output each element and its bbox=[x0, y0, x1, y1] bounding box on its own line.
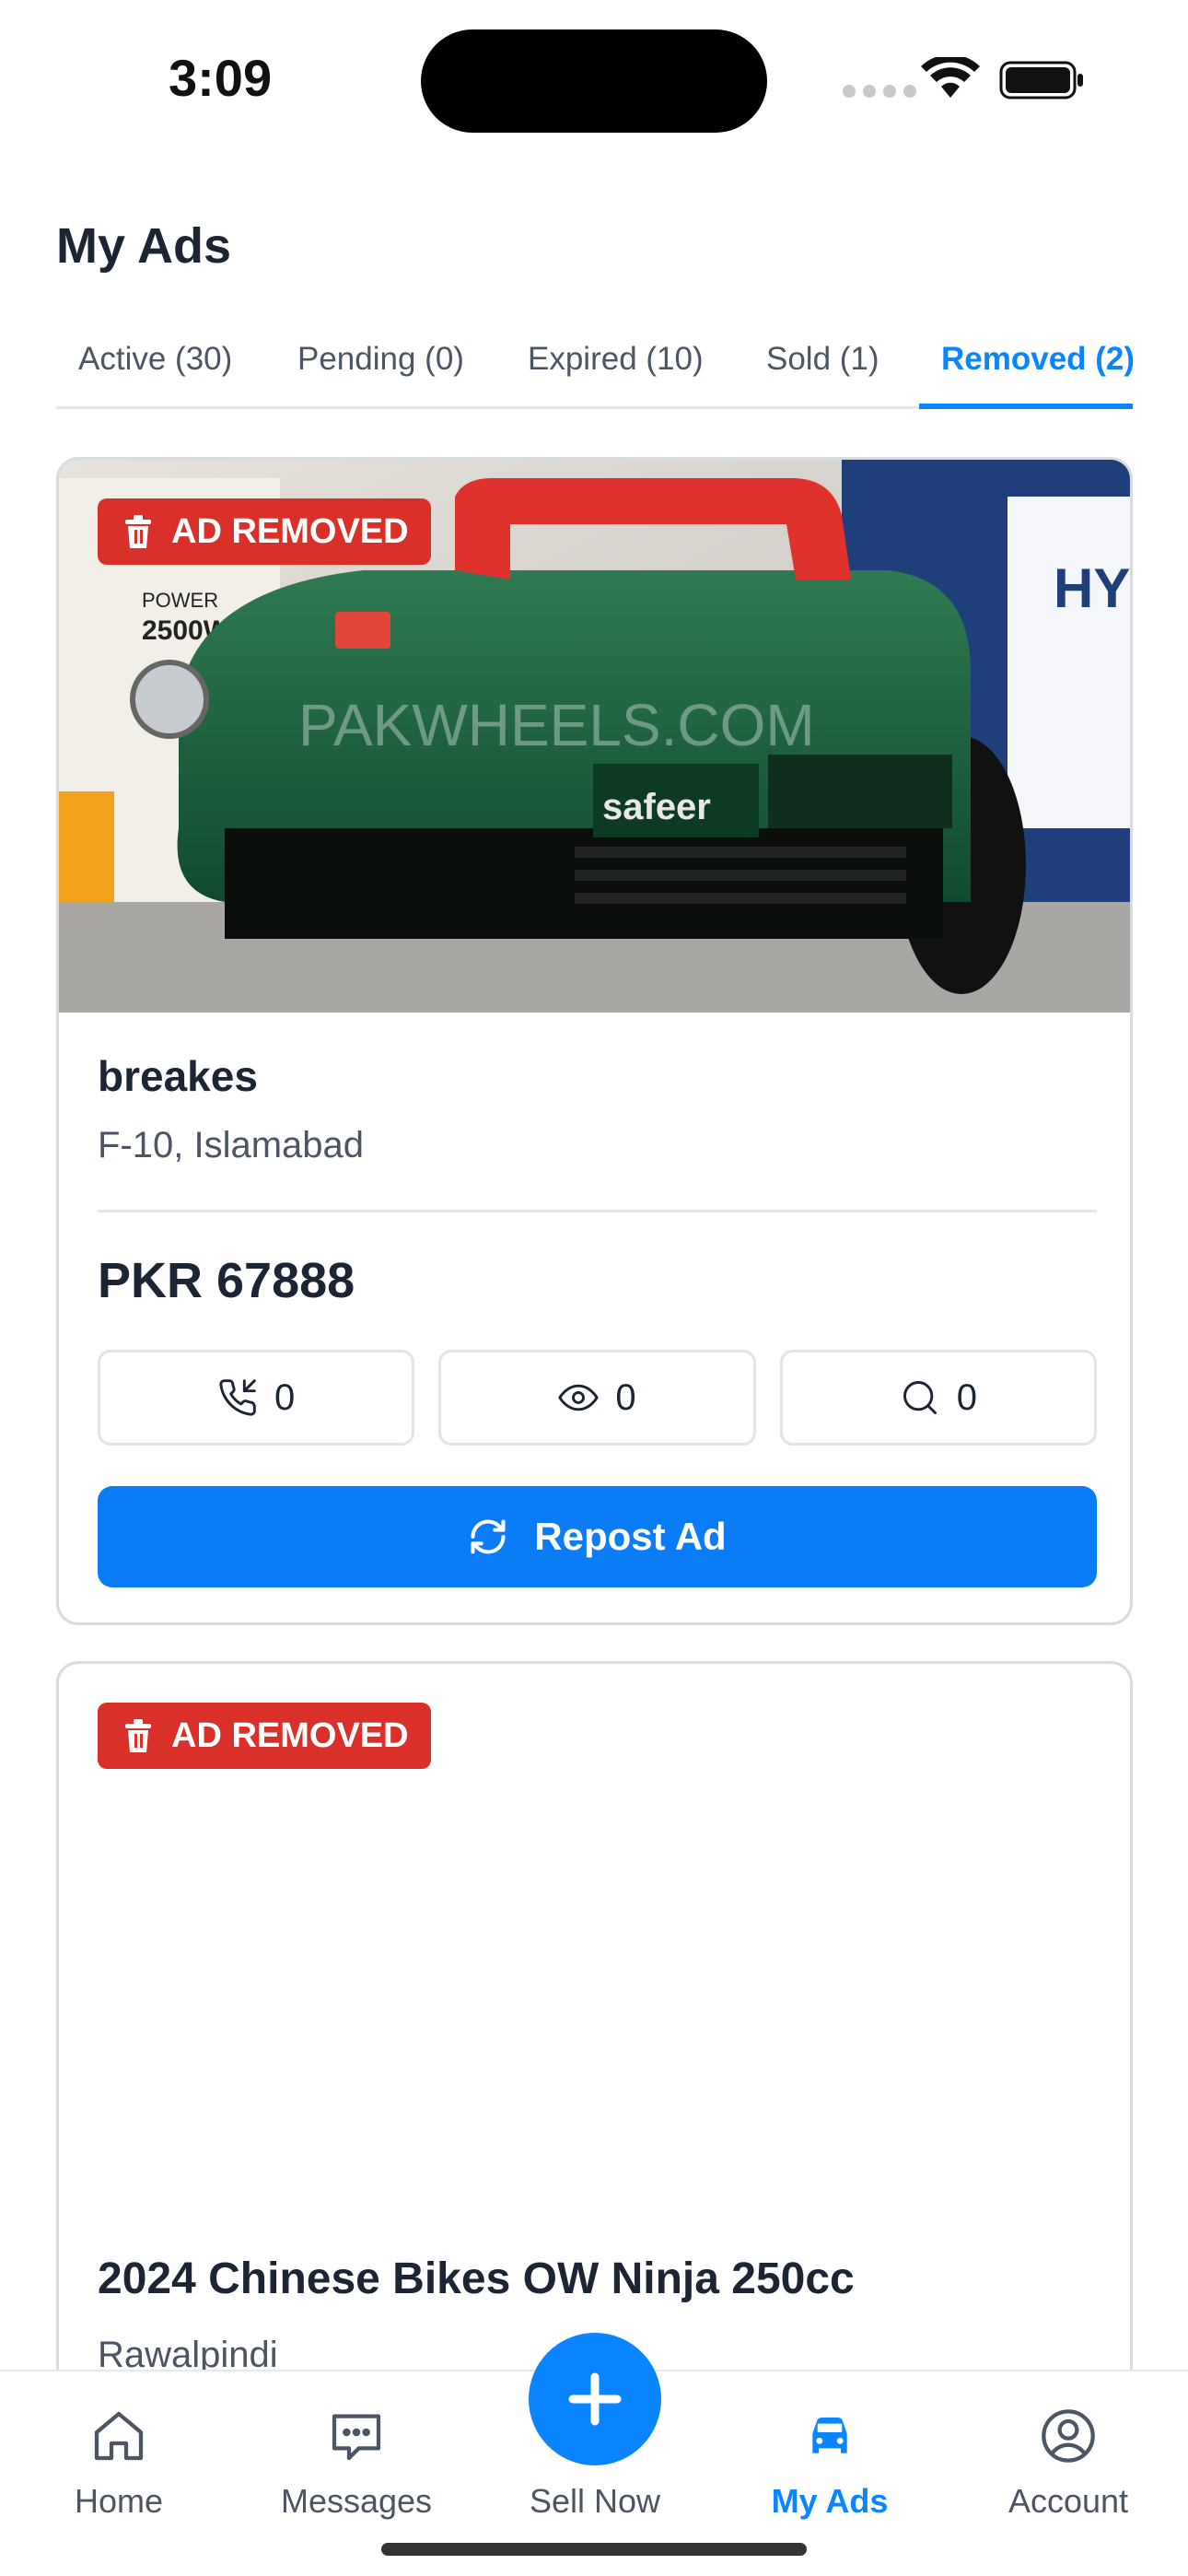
searches-stat: 0 bbox=[779, 1350, 1097, 1446]
ad-title[interactable]: breakes bbox=[98, 1051, 258, 1101]
ad-price: PKR 67888 bbox=[98, 1253, 355, 1308]
nav-messages[interactable]: Messages bbox=[264, 2406, 448, 2521]
nav-messages-label: Messages bbox=[280, 2482, 433, 2520]
sell-now-label: Sell Now bbox=[529, 2482, 661, 2520]
svg-text:safeer: safeer bbox=[602, 787, 711, 827]
tab-expired[interactable]: Expired (10) bbox=[528, 341, 704, 378]
home-icon bbox=[94, 2411, 144, 2461]
badge-label: AD REMOVED bbox=[171, 511, 409, 551]
nav-home[interactable]: Home bbox=[27, 2406, 211, 2521]
sell-now-button[interactable] bbox=[529, 2333, 661, 2465]
trash-icon bbox=[125, 1719, 151, 1752]
ad-removed-badge: AD REMOVED bbox=[98, 1703, 431, 1769]
tab-sold[interactable]: Sold (1) bbox=[766, 341, 879, 378]
page-title: My Ads bbox=[56, 218, 232, 274]
repost-ad-button[interactable]: Repost Ad bbox=[98, 1486, 1097, 1587]
car-icon bbox=[812, 2417, 847, 2453]
messages-icon bbox=[332, 2414, 381, 2461]
tab-active[interactable]: Active (30) bbox=[78, 341, 232, 378]
status-time: 3:09 bbox=[169, 49, 273, 107]
badge-label: AD REMOVED bbox=[171, 1715, 409, 1755]
divider bbox=[98, 1210, 1097, 1212]
wifi-icon bbox=[921, 57, 980, 98]
nav-home-label: Home bbox=[74, 2482, 164, 2520]
search-icon bbox=[903, 1381, 937, 1414]
active-tab-indicator bbox=[919, 404, 1133, 409]
ad-stats: 0 0 0 bbox=[98, 1350, 1097, 1446]
cellular-signal-icon bbox=[843, 85, 916, 98]
home-indicator[interactable] bbox=[381, 2543, 807, 2556]
nav-my-ads[interactable]: My Ads bbox=[738, 2406, 922, 2521]
searches-count: 0 bbox=[956, 1376, 977, 1418]
ad-status-tabs: Active (30) Pending (0) Expired (10) Sol… bbox=[56, 332, 1135, 409]
views-stat: 0 bbox=[438, 1350, 756, 1446]
eye-icon bbox=[558, 1384, 599, 1411]
nav-my-ads-label: My Ads bbox=[771, 2482, 889, 2520]
nav-account-label: Account bbox=[1007, 2482, 1129, 2520]
tab-pending[interactable]: Pending (0) bbox=[297, 341, 464, 378]
phone-incoming-icon bbox=[219, 1379, 256, 1416]
battery-icon bbox=[999, 61, 1083, 100]
calls-stat: 0 bbox=[98, 1350, 415, 1446]
ad-title[interactable]: 2024 Chinese Bikes OW Ninja 250cc bbox=[98, 2254, 855, 2304]
trash-icon bbox=[125, 515, 151, 548]
status-bar: 3:09 bbox=[0, 0, 1188, 147]
ad-card[interactable]: POWER 2500W HY PAKWHEELS.COM safeer AD R… bbox=[56, 457, 1133, 1625]
calls-count: 0 bbox=[274, 1376, 296, 1418]
repost-ad-label: Repost Ad bbox=[534, 1515, 727, 1558]
ad-location: F-10, Islamabad bbox=[98, 1125, 365, 1165]
svg-text:HY: HY bbox=[1054, 557, 1130, 619]
account-icon bbox=[1042, 2409, 1095, 2463]
watermark-text: PAKWHEELS.COM bbox=[298, 692, 815, 758]
dynamic-island bbox=[421, 29, 767, 133]
svg-text:POWER: POWER bbox=[142, 589, 218, 612]
refresh-icon bbox=[471, 1519, 506, 1554]
ad-image: POWER 2500W HY PAKWHEELS.COM safeer AD R… bbox=[59, 460, 1130, 1013]
plus-icon bbox=[568, 2372, 622, 2426]
ad-removed-badge: AD REMOVED bbox=[98, 498, 431, 565]
nav-account[interactable]: Account bbox=[976, 2406, 1160, 2521]
views-count: 0 bbox=[615, 1376, 636, 1418]
tab-removed[interactable]: Removed (2) bbox=[941, 341, 1135, 378]
